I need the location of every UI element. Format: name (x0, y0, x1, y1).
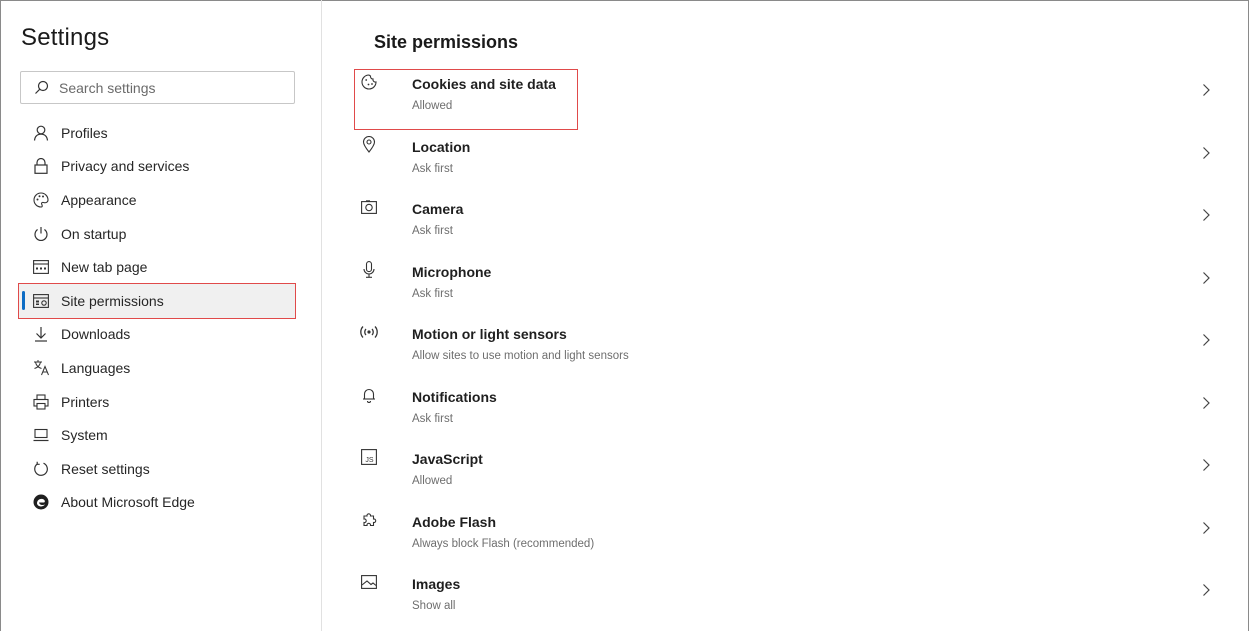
sidebar-item-new-tab-page[interactable]: New tab page (0, 250, 322, 284)
sidebar-item-profiles[interactable]: Profiles (0, 116, 322, 150)
sidebar-item-system[interactable]: System (0, 418, 322, 452)
puzzle-icon (360, 511, 378, 529)
permission-row-cookies[interactable]: Cookies and site data Allowed (323, 60, 1233, 123)
sidebar-item-appearance[interactable]: Appearance (0, 183, 322, 217)
sidebar-item-label: Downloads (61, 326, 131, 343)
permission-title: Cookies and site data (412, 76, 556, 92)
permission-row-camera[interactable]: Camera Ask first (323, 185, 1233, 248)
permission-title: Microphone (412, 263, 492, 280)
languages-icon (32, 359, 50, 377)
location-pin-icon (360, 136, 378, 154)
sidebar-item-label: Appearance (61, 191, 137, 208)
chevron-right-icon (1203, 521, 1210, 534)
sidebar-item-site-permissions[interactable]: Site permissions (18, 282, 296, 319)
svg-text:JS: JS (365, 457, 374, 464)
search-icon (35, 80, 49, 94)
permission-title: JavaScript (412, 451, 483, 467)
permission-row-notifications[interactable]: Notifications Ask first (323, 373, 1233, 436)
permission-status: Allowed (412, 475, 453, 487)
permission-row-javascript[interactable]: JS JavaScript Allowed (323, 435, 1233, 498)
permission-row-adobe-flash[interactable]: Adobe Flash Always block Flash (recommen… (323, 498, 1233, 561)
sidebar-item-printers[interactable]: Printers (0, 385, 322, 419)
cookie-icon (360, 73, 378, 91)
microphone-icon (360, 261, 378, 279)
printer-icon (32, 393, 50, 411)
laptop-icon (32, 426, 50, 444)
sidebar-item-label: On startup (61, 225, 127, 242)
profile-icon (32, 124, 50, 142)
sidebar-item-label: Printers (61, 393, 110, 410)
permission-title: Camera (412, 201, 464, 217)
sidebar-item-label: New tab page (61, 259, 148, 276)
lock-icon (32, 157, 50, 175)
sidebar-title: Settings (21, 24, 110, 51)
permission-status: Always block Flash (recommended) (412, 537, 595, 550)
edge-logo-icon (32, 493, 50, 511)
reset-icon (32, 460, 50, 478)
chevron-right-icon (1203, 396, 1210, 409)
chevron-right-icon (1203, 146, 1210, 159)
permission-title: Adobe Flash (412, 513, 497, 530)
chevron-right-icon (1203, 459, 1210, 471)
permission-title: Location (412, 138, 471, 155)
sidebar-item-languages[interactable]: Languages (0, 351, 322, 385)
chevron-right-icon (1203, 84, 1210, 96)
sidebar-item-label: Privacy and services (61, 158, 190, 175)
javascript-icon: JS (360, 448, 378, 466)
permission-row-location[interactable]: Location Ask first (323, 123, 1233, 186)
site-permissions-icon (32, 292, 50, 310)
sidebar: Settings Profiles Privacy and services A… (0, 0, 322, 631)
page-title: Site permissions (374, 32, 519, 52)
permission-title: Notifications (412, 388, 497, 405)
sidebar-item-label: Profiles (61, 124, 108, 141)
sidebar-item-about-microsoft-edge[interactable]: About Microsoft Edge (0, 486, 322, 520)
permission-title: Motion or light sensors (412, 326, 567, 342)
sidebar-item-label: About Microsoft Edge (61, 494, 195, 511)
permission-status: Ask first (412, 287, 453, 300)
sidebar-item-reset-settings[interactable]: Reset settings (0, 452, 322, 486)
download-icon (32, 325, 50, 343)
chevron-right-icon (1203, 334, 1210, 346)
permission-row-motion-sensors[interactable]: Motion or light sensors Allow sites to u… (323, 310, 1233, 373)
chevron-right-icon (1203, 209, 1210, 221)
camera-icon (360, 198, 378, 216)
permission-status: Allowed (412, 100, 453, 112)
sidebar-item-on-startup[interactable]: On startup (0, 217, 322, 251)
permission-status: Show all (412, 600, 456, 612)
permission-row-microphone[interactable]: Microphone Ask first (323, 248, 1233, 311)
palette-icon (32, 191, 50, 209)
power-icon (32, 225, 50, 243)
sidebar-item-privacy[interactable]: Privacy and services (0, 150, 322, 184)
search-input[interactable] (59, 79, 279, 96)
bell-icon (360, 386, 378, 404)
sidebar-item-downloads[interactable]: Downloads (0, 318, 322, 352)
permission-title: Images (412, 576, 461, 592)
permission-status: Ask first (412, 412, 453, 425)
permission-status: Allow sites to use motion and light sens… (412, 350, 629, 362)
chevron-right-icon (1203, 271, 1210, 284)
new-tab-icon (32, 258, 50, 276)
main-content: Site permissions Cookies and site data A… (323, 0, 1249, 631)
permission-list: Cookies and site data Allowed Location A… (323, 60, 1233, 623)
sidebar-item-label: Site permissions (61, 292, 164, 309)
permission-row-images[interactable]: Images Show all (323, 560, 1233, 623)
sidebar-item-label: Languages (61, 359, 131, 376)
permission-status: Ask first (412, 225, 453, 237)
chevron-right-icon (1203, 584, 1210, 596)
search-box[interactable] (20, 71, 295, 104)
image-icon (360, 573, 378, 591)
sidebar-item-label: Reset settings (61, 460, 150, 477)
permission-status: Ask first (412, 162, 453, 175)
sidebar-nav: Profiles Privacy and services Appearance… (0, 116, 322, 519)
sidebar-item-label: System (61, 427, 108, 444)
sensor-icon (360, 323, 378, 341)
